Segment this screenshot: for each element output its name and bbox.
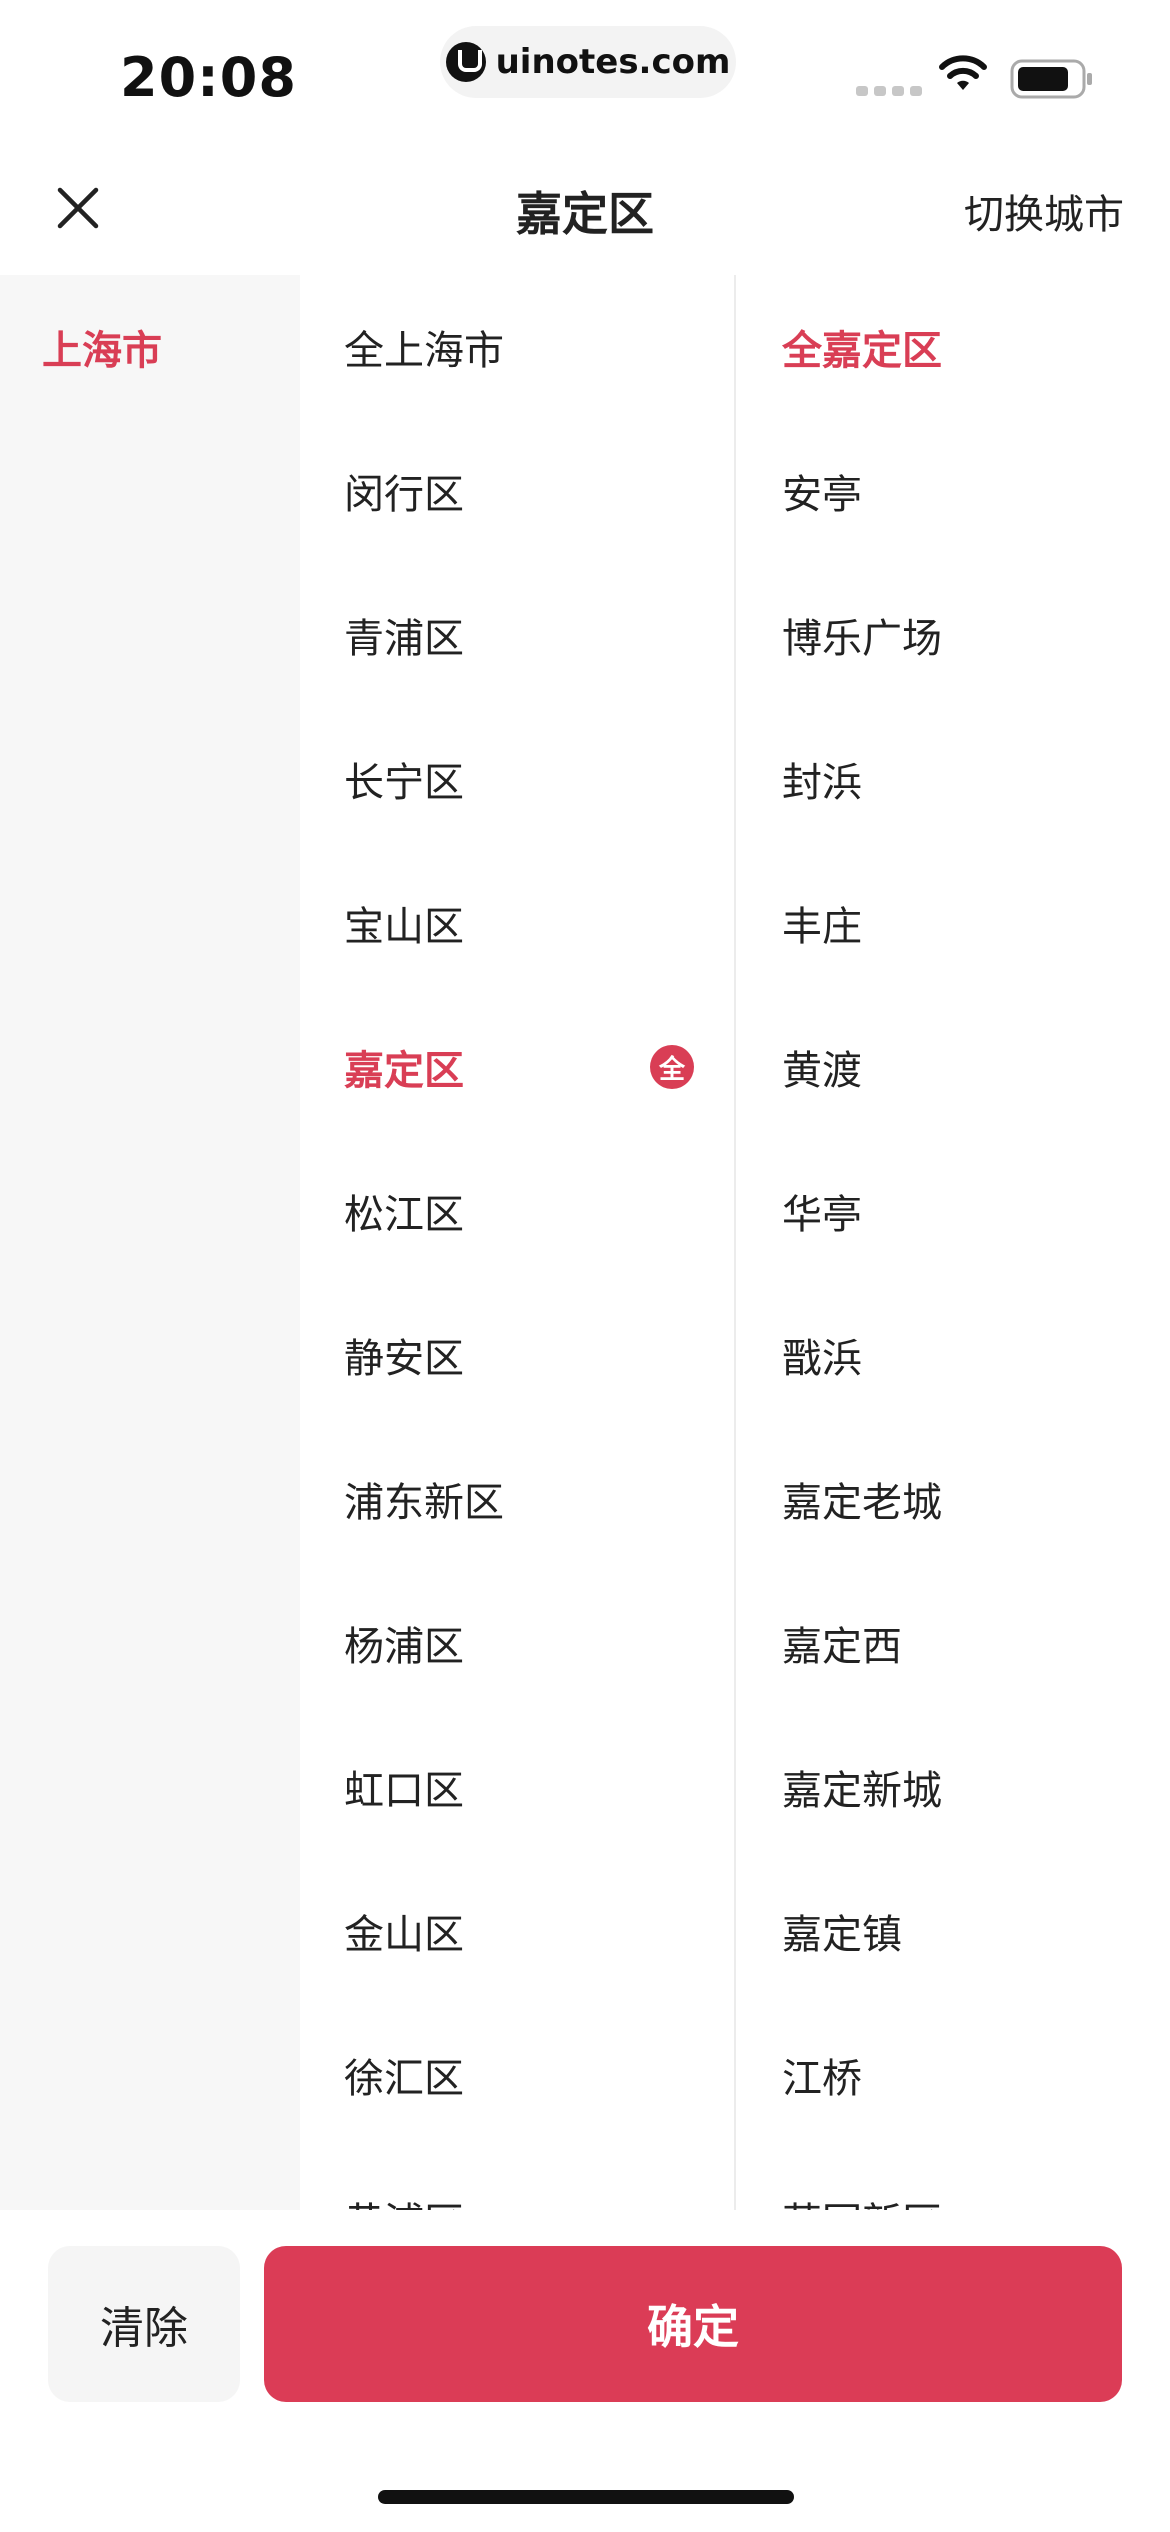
- district-item-label: 金山区: [344, 1912, 464, 1958]
- area-item-label: 嘉定新城: [782, 1768, 942, 1814]
- district-item[interactable]: 宝山区: [300, 851, 734, 995]
- area-item-label: 江桥: [782, 2056, 862, 2102]
- area-item[interactable]: 戬浜: [738, 1283, 1170, 1427]
- url-pill[interactable]: uinotes.com: [440, 26, 736, 98]
- district-item-label: 杨浦区: [344, 1624, 464, 1670]
- status-bar: 20:08 uinotes.com: [0, 0, 1170, 140]
- district-item[interactable]: 杨浦区: [300, 1571, 734, 1715]
- district-column[interactable]: 全上海市闵行区青浦区长宁区宝山区嘉定区 全松江区静安区浦东新区杨浦区虹口区金山区徐…: [300, 275, 736, 2210]
- clear-button[interactable]: 清除: [48, 2246, 240, 2402]
- battery-icon: [1010, 59, 1092, 99]
- all-selected-badge: 全: [650, 1045, 694, 1089]
- area-item[interactable]: 江桥: [738, 2003, 1170, 2147]
- district-item[interactable]: 全上海市: [300, 275, 734, 419]
- area-item[interactable]: 菊园新区: [738, 2147, 1170, 2210]
- district-item[interactable]: 青浦区: [300, 563, 734, 707]
- district-item[interactable]: 松江区: [300, 1139, 734, 1283]
- area-item[interactable]: 嘉定老城: [738, 1427, 1170, 1571]
- district-item-label: 全上海市: [344, 328, 504, 374]
- district-item-label: 徐汇区: [344, 2056, 464, 2102]
- region-picker: 上海市 全上海市闵行区青浦区长宁区宝山区嘉定区 全松江区静安区浦东新区杨浦区虹口区…: [0, 275, 1170, 2210]
- city-column[interactable]: 上海市: [0, 275, 300, 2210]
- district-item-label: 松江区: [344, 1192, 464, 1238]
- area-item[interactable]: 封浜: [738, 707, 1170, 851]
- url-text: uinotes.com: [495, 42, 731, 82]
- area-item-label: 全嘉定区: [782, 328, 942, 374]
- wifi-icon: [939, 55, 987, 90]
- area-item[interactable]: 嘉定新城: [738, 1715, 1170, 1859]
- district-item[interactable]: 闵行区: [300, 419, 734, 563]
- city-item-label: 上海市: [42, 328, 162, 374]
- district-item[interactable]: 黄浦区: [300, 2147, 734, 2210]
- area-item[interactable]: 华亭: [738, 1139, 1170, 1283]
- switch-city-button[interactable]: 切换城市: [964, 182, 1124, 240]
- district-item-label: 宝山区: [344, 904, 464, 950]
- home-indicator: [378, 2490, 794, 2504]
- area-item[interactable]: 嘉定镇: [738, 1859, 1170, 2003]
- area-item-label: 嘉定镇: [782, 1912, 902, 1958]
- district-item-label: 青浦区: [344, 616, 464, 662]
- signal-icon: [856, 86, 922, 96]
- city-item[interactable]: 上海市: [0, 275, 300, 419]
- status-time: 20:08: [120, 46, 297, 109]
- district-item[interactable]: 静安区: [300, 1283, 734, 1427]
- area-item-label: 菊园新区: [782, 2190, 942, 2210]
- area-item[interactable]: 丰庄: [738, 851, 1170, 995]
- area-item-label: 博乐广场: [782, 616, 942, 662]
- district-item[interactable]: 虹口区: [300, 1715, 734, 1859]
- area-column[interactable]: 全嘉定区安亭博乐广场封浜丰庄黄渡华亭戬浜嘉定老城嘉定西嘉定新城嘉定镇江桥菊园新区: [738, 275, 1170, 2210]
- district-item-label: 黄浦区: [344, 2190, 464, 2210]
- district-item-label: 浦东新区: [344, 1480, 504, 1526]
- area-item-label: 戬浜: [782, 1336, 862, 1382]
- area-item-label: 华亭: [782, 1192, 862, 1238]
- area-item-label: 黄渡: [782, 1048, 862, 1094]
- area-item[interactable]: 嘉定西: [738, 1571, 1170, 1715]
- district-item-label: 虹口区: [344, 1768, 464, 1814]
- filter-page: 20:08 uinotes.com 嘉定区 切换城市 上海市 全上海市闵行区: [0, 0, 1170, 2532]
- confirm-button[interactable]: 确定: [264, 2246, 1122, 2402]
- district-item-label: 嘉定区: [344, 1048, 464, 1094]
- area-item-label: 封浜: [782, 760, 862, 806]
- area-item[interactable]: 黄渡: [738, 995, 1170, 1139]
- district-item-label: 静安区: [344, 1336, 464, 1382]
- district-item[interactable]: 长宁区: [300, 707, 734, 851]
- district-item-label: 长宁区: [344, 760, 464, 806]
- area-item[interactable]: 全嘉定区: [738, 275, 1170, 419]
- header: 嘉定区 切换城市: [0, 140, 1170, 275]
- site-logo-icon: [445, 42, 486, 82]
- area-item-label: 安亭: [782, 472, 862, 518]
- district-item-label: 闵行区: [344, 472, 464, 518]
- area-item-label: 嘉定老城: [782, 1480, 942, 1526]
- area-item[interactable]: 安亭: [738, 419, 1170, 563]
- area-item-label: 嘉定西: [782, 1624, 902, 1670]
- district-item[interactable]: 浦东新区: [300, 1427, 734, 1571]
- bottom-action-bar: 清除 确定: [0, 2210, 1170, 2532]
- area-item-label: 丰庄: [782, 904, 862, 950]
- area-item[interactable]: 博乐广场: [738, 563, 1170, 707]
- district-item[interactable]: 徐汇区: [300, 2003, 734, 2147]
- district-item[interactable]: 嘉定区 全: [300, 995, 734, 1139]
- district-item[interactable]: 金山区: [300, 1859, 734, 2003]
